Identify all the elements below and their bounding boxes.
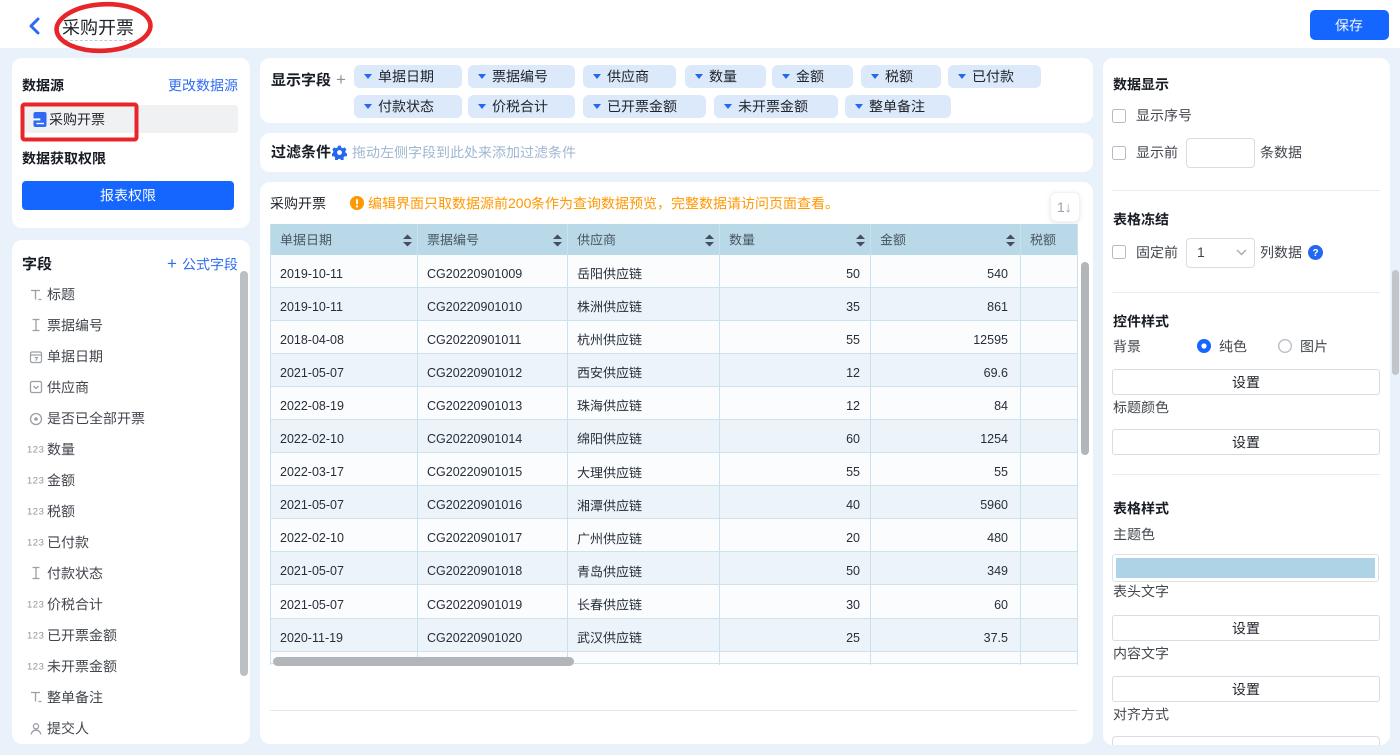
svg-text:?: ? bbox=[1312, 248, 1318, 259]
